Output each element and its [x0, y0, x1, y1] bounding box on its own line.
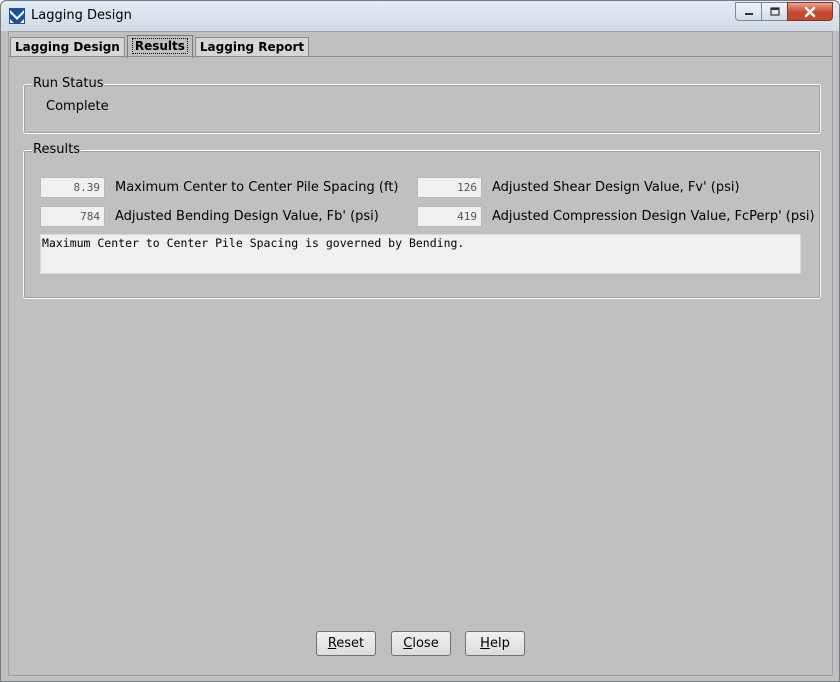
shear-design-value: 126	[417, 177, 482, 198]
help-button[interactable]: Help	[465, 631, 525, 656]
bending-design-label: Adjusted Bending Design Value, Fb' (psi)	[115, 209, 379, 224]
tab-label: Results	[131, 38, 188, 54]
tab-label: Lagging Report	[199, 40, 305, 54]
close-mnemonic: C	[403, 636, 413, 651]
window-controls	[735, 2, 833, 21]
run-status-legend: Run Status	[32, 76, 105, 91]
app-logo-icon	[9, 8, 25, 24]
maximize-icon	[769, 6, 780, 16]
max-pile-spacing-label: Maximum Center to Center Pile Spacing (f…	[115, 180, 399, 195]
reset-label: eset	[336, 636, 365, 651]
maximize-button[interactable]	[761, 2, 787, 21]
tab-strip: Lagging Design Results Lagging Report	[10, 33, 311, 58]
tab-lagging-report[interactable]: Lagging Report	[194, 37, 310, 57]
dialog-client-area: Lagging Design Results Lagging Report Ru…	[8, 31, 833, 676]
tab-label: Lagging Design	[15, 40, 120, 54]
reset-button[interactable]: Reset	[316, 631, 376, 656]
compression-design-value: 419	[417, 206, 482, 227]
results-legend: Results	[32, 142, 81, 157]
tab-results[interactable]: Results	[126, 35, 193, 58]
help-label: elp	[489, 636, 510, 651]
close-label: lose	[412, 636, 439, 651]
window-title: Lagging Design	[31, 8, 132, 23]
tab-divider	[9, 56, 832, 57]
run-status-value: Complete	[46, 99, 109, 114]
compression-design-label: Adjusted Compression Design Value, FcPer…	[492, 209, 815, 224]
close-window-button[interactable]	[787, 2, 833, 21]
help-mnemonic: H	[480, 636, 490, 651]
run-status-group: Run Status	[23, 76, 821, 134]
minimize-icon	[744, 12, 753, 15]
max-pile-spacing-value: 8.39	[40, 177, 105, 198]
app-window: Lagging Design Lagging Design Results La…	[0, 0, 840, 682]
close-icon	[804, 6, 816, 17]
close-button[interactable]: Close	[391, 631, 451, 656]
minimize-button[interactable]	[735, 2, 761, 21]
shear-design-label: Adjusted Shear Design Value, Fv' (psi)	[492, 180, 740, 195]
tab-lagging-design[interactable]: Lagging Design	[10, 37, 125, 57]
bending-design-value: 784	[40, 206, 105, 227]
results-message: Maximum Center to Center Pile Spacing is…	[40, 234, 801, 274]
reset-mnemonic: R	[327, 636, 337, 651]
title-bar[interactable]: Lagging Design	[1, 1, 839, 31]
